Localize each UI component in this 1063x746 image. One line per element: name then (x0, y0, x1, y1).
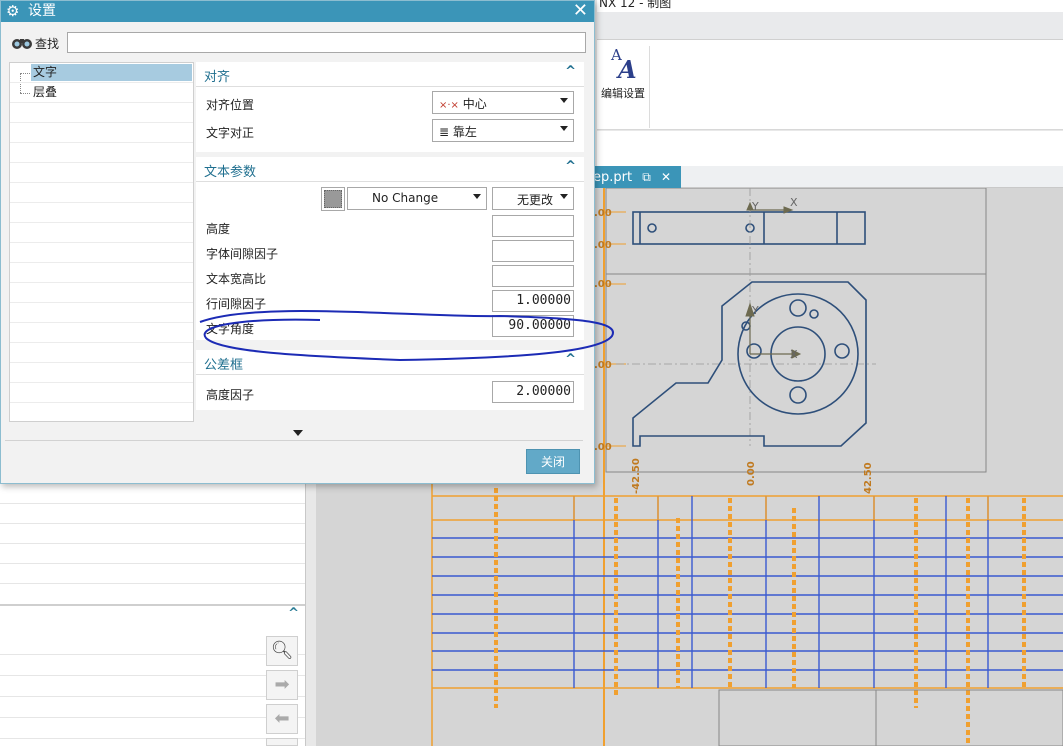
find-label: 查找 (35, 37, 60, 51)
chevron-down-icon (560, 98, 568, 103)
height-label: 高度 (206, 222, 231, 236)
resource-bar-divider (305, 484, 316, 746)
details-panel-header[interactable]: ^ (0, 604, 305, 626)
dim-label: -42.50 (631, 458, 642, 494)
arrow-right-icon[interactable]: ➡︎ (266, 670, 298, 700)
more-options-row[interactable] (5, 427, 583, 441)
alignment-group: 对齐 ^ 对齐位置 ×·× 中心 文字对正 ≣ 靠左 (196, 62, 584, 152)
tolerance-frame-group: 公差框 ^ 高度因子 2.00000 (196, 350, 584, 410)
close-icon[interactable]: ✕ (573, 1, 588, 21)
open-window-icon[interactable]: ⧉ (642, 166, 651, 188)
collapse-chevron-icon[interactable]: ^ (288, 606, 299, 621)
drawing-x-axis-label-top: X (790, 196, 798, 209)
settings-tree: 文字 层叠 (9, 62, 194, 422)
text-params-group-header[interactable]: 文本参数 ^ (196, 157, 584, 182)
justify-label: 文字对正 (206, 126, 255, 140)
line-space-input[interactable]: 1.00000 (492, 290, 574, 312)
ribbon: A A 编辑设置 (597, 40, 1063, 130)
drawing-x-axis-label: X (790, 348, 798, 361)
aspect-input[interactable] (492, 265, 574, 287)
document-tab-label: ep.prt (593, 170, 633, 185)
app-title: NX 12 - 制图 (599, 0, 672, 10)
binoculars-icon (12, 39, 32, 49)
line-space-label: 行间隙因子 (206, 297, 267, 311)
edit-settings-label: 编辑设置 (601, 87, 645, 100)
text-params-group: 文本参数 ^ No Change 无更改 高度 字体间隙因子 文本宽高比 行间隙… (196, 157, 584, 340)
dim-label: .00 (594, 279, 612, 290)
part-navigator: ^ 🔍︎ ➡︎ ⬅︎ (0, 484, 316, 746)
center-align-icon: ×·× (439, 100, 459, 111)
color-swatch-button[interactable] (321, 187, 345, 211)
dialog-title: 设置 (28, 3, 56, 19)
chevron-down-icon (560, 126, 568, 131)
edit-settings-button[interactable]: A A 编辑设置 (597, 44, 649, 104)
aspect-label: 文本宽高比 (206, 272, 267, 286)
gear-icon: ⚙ (6, 2, 20, 20)
tree-item-text[interactable]: 文字 (10, 63, 193, 83)
ribbon-separator (649, 46, 650, 128)
app-title-bar: NX 12 - 制图 (597, 0, 1063, 12)
align-left-icon: ≣ (439, 125, 450, 139)
group-title: 对齐 (204, 70, 231, 85)
dim-label: .00 (594, 360, 612, 371)
dim-label: .00 (594, 442, 612, 453)
height-input[interactable] (492, 215, 574, 237)
close-button[interactable]: 关闭 (526, 449, 580, 474)
drawing-y-axis-label-top: Y (751, 200, 759, 213)
char-space-label: 字体间隙因子 (206, 247, 279, 261)
color-swatch-icon (324, 190, 342, 208)
dialog-title-bar[interactable]: ⚙ 设置 ✕ (1, 1, 594, 22)
tree-item-stack[interactable]: 层叠 (10, 83, 193, 103)
chevron-down-icon (473, 194, 481, 199)
align-position-dropdown[interactable]: ×·× 中心 (432, 91, 574, 114)
color-dropdown[interactable]: No Change (347, 187, 487, 210)
text-angle-label: 文字角度 (206, 322, 255, 336)
tolerance-frame-group-header[interactable]: 公差框 ^ (196, 350, 584, 375)
tree-item-label: 层叠 (33, 85, 58, 99)
char-space-input[interactable] (492, 240, 574, 262)
magnifier-icon[interactable]: 🔍︎ (266, 636, 298, 666)
edit-settings-icon: A A (610, 46, 637, 84)
settings-panel: 对齐 ^ 对齐位置 ×·× 中心 文字对正 ≣ 靠左 文本参数 ^ No Cha… (196, 62, 584, 422)
find-row: 查找 (9, 31, 587, 55)
justify-dropdown[interactable]: ≣ 靠左 (432, 119, 574, 142)
group-title: 公差框 (204, 358, 244, 373)
group-title: 文本参数 (204, 165, 257, 180)
close-tab-icon[interactable]: ✕ (661, 166, 671, 188)
dim-label: .00 (594, 240, 612, 251)
height-factor-label: 高度因子 (206, 388, 255, 402)
svg-text:A: A (616, 55, 637, 80)
document-tab[interactable]: ep.prt ⧉ ✕ (591, 166, 681, 188)
expand-arrow-icon[interactable] (293, 430, 303, 436)
find-input[interactable] (67, 32, 586, 53)
collapse-chevron-icon[interactable]: ^ (565, 352, 576, 367)
ribbon-tab-strip (597, 12, 1063, 40)
tree-item-label: 文字 (31, 64, 192, 81)
align-position-label: 对齐位置 (206, 98, 255, 112)
change-dropdown[interactable]: 无更改 (492, 187, 574, 210)
dim-label: 0.00 (746, 461, 757, 486)
drawing-y-axis-label: Y (751, 304, 759, 317)
toolbar-area (597, 131, 1063, 166)
collapse-chevron-icon[interactable]: ^ (565, 64, 576, 79)
dim-label: .00 (594, 208, 612, 219)
text-angle-input[interactable]: 90.00000 (492, 315, 574, 337)
partial-tool-icon[interactable] (266, 738, 298, 746)
arrow-left-icon[interactable]: ⬅︎ (266, 704, 298, 734)
chevron-down-icon (560, 194, 568, 199)
collapse-chevron-icon[interactable]: ^ (565, 159, 576, 174)
settings-dialog: ⚙ 设置 ✕ 查找 文字 层叠 对齐 ^ 对齐位置 ×·× 中心 文字对正 ≣ … (0, 0, 595, 484)
alignment-group-header[interactable]: 对齐 ^ (196, 62, 584, 87)
height-factor-input[interactable]: 2.00000 (492, 381, 574, 403)
dim-label: 42.50 (863, 462, 874, 494)
